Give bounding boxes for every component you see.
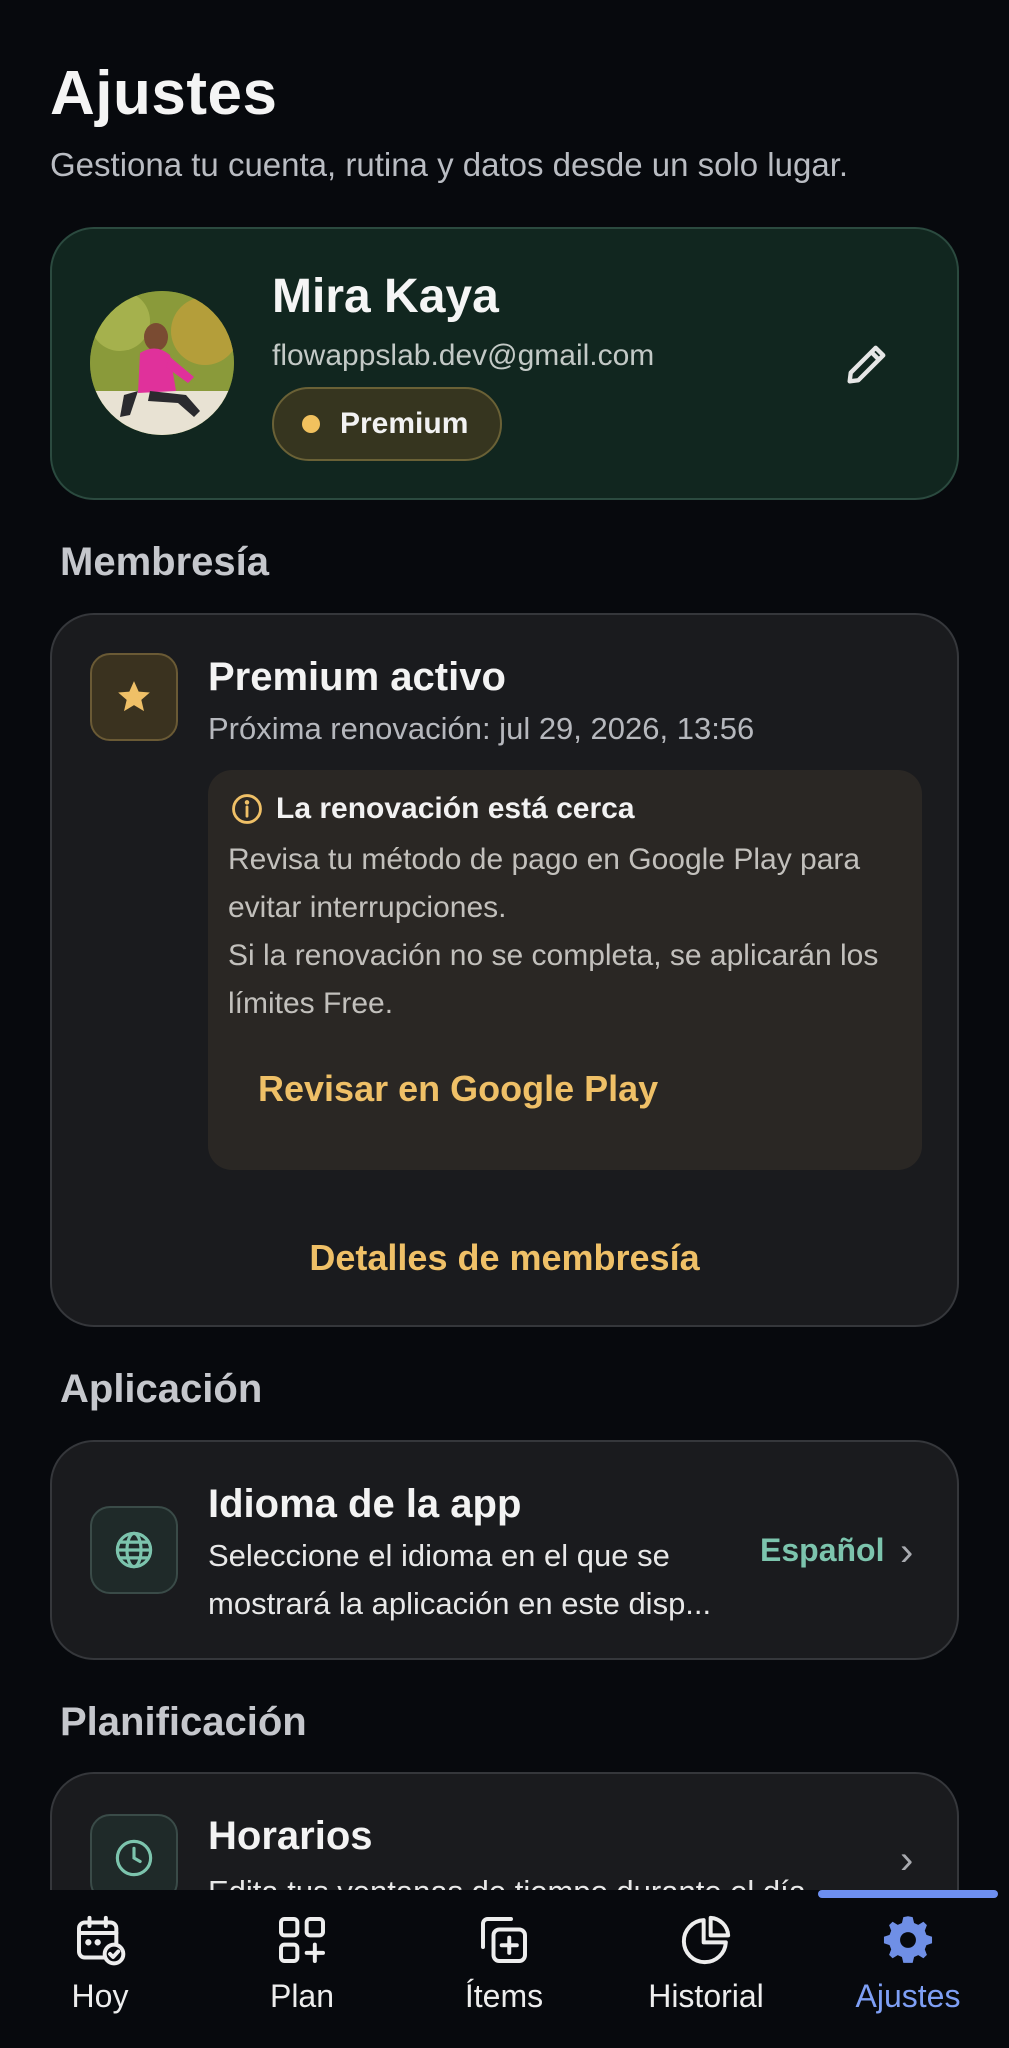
nav-label: Hoy (71, 1978, 129, 2014)
nav-tab-ajustes[interactable]: Ajustes (818, 1910, 998, 2015)
warning-text-payment: Revisa tu método de pago en Google Play … (228, 843, 861, 924)
badge-label: Premium (340, 407, 469, 440)
profile-name: Mira Kaya (272, 270, 499, 323)
schedules-icon-box (90, 1814, 178, 1902)
avatar (90, 291, 234, 435)
nav-tab-items[interactable]: Ítems (414, 1910, 594, 2015)
profile-email: flowappslab.dev@gmail.com (272, 339, 655, 372)
membership-card: Premium activo Próxima renovación: jul 2… (50, 613, 959, 1327)
star-icon (118, 681, 150, 712)
settings-screen: Ajustes Gestiona tu cuenta, rutina y dat… (0, 0, 1009, 2048)
warning-header: La renovación está cerca (230, 792, 635, 826)
nav-label: Ítems (464, 1978, 544, 2014)
page-title: Ajustes (50, 59, 278, 128)
language-icon-box (90, 1506, 178, 1594)
pie-chart-icon (681, 1915, 731, 1965)
language-row[interactable]: Idioma de la app Seleccione el idioma en… (50, 1440, 959, 1660)
chevron-right-icon: › (900, 1530, 914, 1574)
warning-text: Revisa tu método de pago en Google Play … (228, 836, 908, 1028)
schedules-title: Horarios (208, 1814, 373, 1858)
grid-plus-icon (279, 1917, 325, 1963)
nav-tab-historial[interactable]: Historial (616, 1910, 796, 2015)
warning-text-limits: Si la renovación no se completa, se apli… (228, 939, 879, 1020)
nav-label: Historial (648, 1978, 764, 2014)
nav-label: Plan (269, 1978, 335, 2014)
copy-plus-icon (481, 1917, 527, 1963)
language-description: Seleccione el idioma en el que se mostra… (208, 1538, 712, 1621)
review-google-play-button[interactable]: Revisar en Google Play (258, 1068, 658, 1110)
profile-card[interactable]: Mira Kaya flowappslab.dev@gmail.com Prem… (50, 227, 959, 500)
nav-label: Ajustes (855, 1978, 961, 2014)
info-icon (232, 794, 262, 824)
nav-tab-plan[interactable]: Plan (212, 1910, 392, 2015)
bottom-navigation: Hoy Plan Ítems Historial Ajustes (0, 1890, 1009, 2048)
section-title-application: Aplicación (60, 1367, 263, 1411)
membership-title: Premium activo (208, 655, 506, 699)
page-subtitle: Gestiona tu cuenta, rutina y datos desde… (50, 146, 849, 183)
chevron-right-icon: › (900, 1838, 914, 1882)
gear-icon (883, 1916, 933, 1963)
status-badge: Premium (272, 387, 502, 461)
badge-dot (302, 415, 320, 433)
warning-title: La renovación está cerca (276, 792, 635, 825)
clock-icon (115, 1839, 153, 1877)
nav-tab-hoy[interactable]: Hoy (10, 1910, 190, 2015)
language-value: Español (760, 1532, 885, 1568)
membership-details-button[interactable]: Detalles de membresía (52, 1237, 957, 1279)
calendar-check-icon (77, 1915, 126, 1966)
pencil-icon (847, 345, 886, 384)
renewal-warning: La renovación está cerca Revisa tu métod… (208, 770, 922, 1170)
language-title: Idioma de la app (208, 1482, 522, 1526)
active-tab-indicator (818, 1890, 998, 1898)
section-title-membership: Membresía (60, 540, 269, 584)
premium-icon-box (90, 653, 178, 741)
edit-profile-button[interactable] (832, 329, 902, 399)
renewal-date: Próxima renovación: jul 29, 2026, 13:56 (208, 711, 755, 746)
globe-icon (115, 1531, 153, 1569)
section-title-planning: Planificación (60, 1700, 307, 1744)
